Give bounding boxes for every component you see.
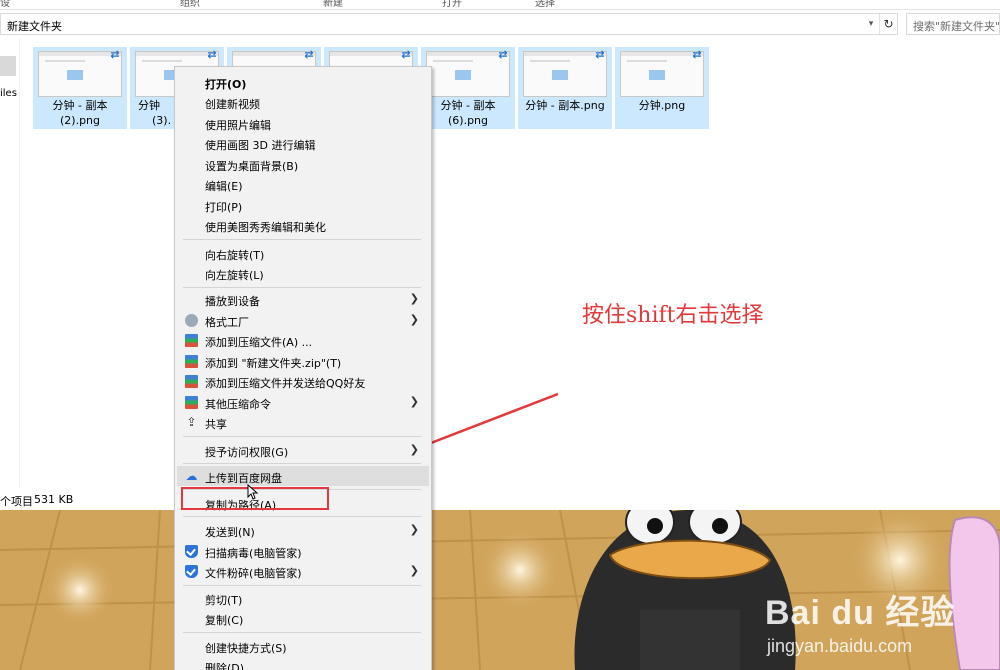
menu-item-delete[interactable]: 删除(D) [177, 656, 429, 670]
winrar-icon [185, 334, 198, 347]
chevron-right-icon: ❯ [409, 292, 419, 305]
menu-item-file-shred[interactable]: 文件粉碎(电脑管家) ❯ [177, 561, 429, 581]
format-factory-icon [185, 314, 198, 327]
context-menu: 打开(O) 创建新视频 使用照片编辑 使用画图 3D 进行编辑 设置为桌面背景(… [174, 66, 432, 670]
chevron-right-icon: ❯ [409, 523, 419, 536]
chevron-right-icon: ❯ [409, 313, 419, 326]
menu-item-set-desktop-background[interactable]: 设置为桌面背景(B) [177, 154, 429, 174]
shield-icon [185, 565, 198, 578]
watermark-brand: Bai du 经验 [765, 594, 956, 632]
menu-separator [183, 436, 421, 437]
shortcut-badge-icon: ⇄ [498, 48, 508, 61]
menu-item-create-video[interactable]: 创建新视频 [177, 92, 429, 112]
nav-selected-item[interactable] [0, 56, 16, 76]
menu-item-open[interactable]: 打开(O) [177, 72, 429, 92]
menu-item-create-shortcut[interactable]: 创建快捷方式(S) [177, 636, 429, 656]
chevron-right-icon: ❯ [409, 564, 419, 577]
menu-item-add-to-archive[interactable]: 添加到压缩文件(A) ... [177, 330, 429, 350]
ribbon-tabs: 设 组织 新建 打开 选择 [0, 0, 1000, 10]
menu-item-print[interactable]: 打印(P) [177, 195, 429, 215]
menu-item-send-to[interactable]: 发送到(N) ❯ [177, 520, 429, 540]
address-row: 新建文件夹 ▾ ↻ 搜索"新建文件夹" [0, 12, 1000, 38]
search-placeholder: 搜索"新建文件夹" [913, 20, 1000, 33]
shortcut-badge-icon: ⇄ [692, 48, 702, 61]
status-bar: 个项目 531 KB [0, 488, 1000, 510]
file-name: 分钟 - 副本 (2).png [52, 99, 108, 127]
nav-item-label[interactable]: iles [0, 88, 17, 99]
menu-item-meitu[interactable]: 使用美图秀秀编辑和美化 [177, 215, 429, 235]
ribbon-group-organize[interactable]: 组织 [180, 0, 200, 9]
menu-item-cast-to-device[interactable]: 播放到设备 ❯ [177, 289, 429, 309]
watermark-url: jingyan.baidu.com [767, 636, 913, 656]
chevron-down-icon[interactable]: ▾ [863, 14, 879, 34]
menu-item-cut[interactable]: 剪切(T) [177, 588, 429, 608]
menu-item-rotate-right[interactable]: 向右旋转(T) [177, 243, 429, 263]
menu-item-format-factory[interactable]: 格式工厂 ❯ [177, 310, 429, 330]
refresh-icon[interactable]: ↻ [879, 14, 897, 34]
menu-item-edit[interactable]: 编辑(E) [177, 174, 429, 194]
shortcut-badge-icon: ⇄ [401, 48, 411, 61]
menu-item-grant-access[interactable]: 授予访问权限(G) ❯ [177, 440, 429, 460]
winrar-icon [185, 375, 198, 388]
file-tile[interactable]: ⇄ 分钟 - 副本 (2).png [33, 47, 127, 129]
search-input[interactable]: 搜索"新建文件夹" [906, 13, 1000, 35]
file-name: 分钟.png [638, 99, 686, 112]
status-item-count: 个项目 [0, 495, 33, 508]
menu-item-share[interactable]: ⇪ 共享 [177, 412, 429, 432]
menu-separator [183, 239, 421, 240]
menu-item-copy[interactable]: 复制(C) [177, 608, 429, 628]
shortcut-badge-icon: ⇄ [207, 48, 217, 61]
menu-separator [183, 632, 421, 633]
address-bar[interactable]: 新建文件夹 ▾ ↻ [0, 13, 898, 35]
menu-separator [183, 287, 421, 288]
baidu-cloud-icon: ☁ [185, 469, 198, 483]
shortcut-badge-icon: ⇄ [595, 48, 605, 61]
shortcut-badge-icon: ⇄ [110, 48, 120, 61]
menu-item-edit-with-paint3d[interactable]: 使用画图 3D 进行编辑 [177, 133, 429, 153]
file-name: 分钟 - 副本.png [525, 99, 605, 112]
shield-icon [185, 545, 198, 558]
menu-item-archive-send-qq[interactable]: 添加到压缩文件并发送给QQ好友 [177, 371, 429, 391]
menu-item-virus-scan[interactable]: 扫描病毒(电脑管家) [177, 541, 429, 561]
navigation-pane: iles [0, 38, 20, 488]
annotation-text: 按住shift右击选择 [582, 303, 764, 328]
ribbon-group-settings[interactable]: 设 [0, 0, 10, 9]
chevron-right-icon: ❯ [409, 443, 419, 456]
winrar-icon [185, 355, 198, 368]
menu-separator [183, 463, 421, 464]
menu-separator [183, 516, 421, 517]
ribbon-group-select[interactable]: 选择 [535, 0, 555, 9]
shortcut-badge-icon: ⇄ [304, 48, 314, 61]
file-tile[interactable]: ⇄ 分钟.png [615, 47, 709, 129]
menu-item-add-to-zip[interactable]: 添加到 "新建文件夹.zip"(T) [177, 351, 429, 371]
mouse-cursor-icon [247, 484, 259, 500]
status-size: 531 KB [34, 493, 74, 506]
menu-item-rotate-left[interactable]: 向左旋转(L) [177, 263, 429, 283]
share-icon: ⇪ [186, 415, 197, 429]
ribbon-group-new[interactable]: 新建 [323, 0, 343, 9]
menu-item-upload-baidu-pan[interactable]: ☁ 上传到百度网盘 [177, 466, 429, 486]
address-path[interactable]: 新建文件夹 [7, 18, 62, 34]
menu-item-other-compress[interactable]: 其他压缩命令 ❯ [177, 392, 429, 412]
baidu-jingyan-watermark: Bai du 经验 jingyan.baidu.com [765, 585, 955, 657]
ribbon-group-open[interactable]: 打开 [442, 0, 462, 9]
chevron-right-icon: ❯ [409, 395, 419, 408]
file-name: 分钟 - 副本 (6).png [440, 99, 496, 127]
menu-item-edit-with-photos[interactable]: 使用照片编辑 [177, 113, 429, 133]
winrar-icon [185, 396, 198, 409]
file-tile[interactable]: ⇄ 分钟 - 副本 (6).png [421, 47, 515, 129]
file-tile[interactable]: ⇄ 分钟 - 副本.png [518, 47, 612, 129]
menu-separator [183, 585, 421, 586]
